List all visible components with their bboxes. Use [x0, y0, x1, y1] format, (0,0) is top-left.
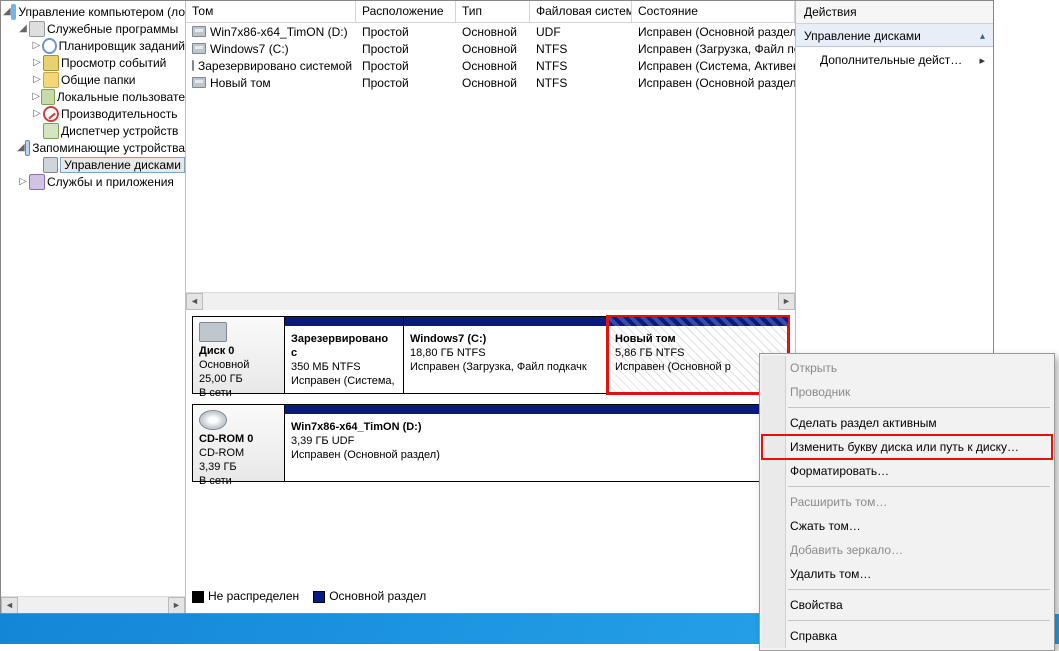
- menu-open[interactable]: Открыть: [762, 356, 1052, 380]
- navigation-tree[interactable]: ◢ Управление компьютером (ло ◢ Служебные…: [1, 1, 186, 613]
- tree-horizontal-scrollbar[interactable]: ◄ ►: [1, 596, 185, 613]
- column-status[interactable]: Состояние: [632, 1, 795, 22]
- menu-delete[interactable]: Удалить том…: [762, 562, 1052, 586]
- menu-extend[interactable]: Расширить том…: [762, 490, 1052, 514]
- scroll-right-button[interactable]: ►: [168, 597, 185, 614]
- tree-task-scheduler[interactable]: ▷ Планировщик заданий: [3, 37, 185, 54]
- volume-row[interactable]: Win7x86-x64_TimON (D:) Простой Основной …: [186, 23, 795, 40]
- event-icon: [43, 55, 59, 71]
- clock-icon: [42, 38, 57, 54]
- volume-header: Том Расположение Тип Файловая система Со…: [186, 1, 795, 23]
- partition-context-menu: Открыть Проводник Сделать раздел активны…: [759, 353, 1055, 651]
- column-volume[interactable]: Том: [186, 1, 356, 22]
- volume-row[interactable]: Новый том Простой Основной NTFS Исправен…: [186, 74, 795, 91]
- volume-icon: [192, 26, 206, 37]
- volume-row[interactable]: Зарезервировано системой Простой Основно…: [186, 57, 795, 74]
- tree-event-viewer[interactable]: ▷ Просмотр событий: [3, 54, 185, 71]
- tree-system-tools[interactable]: ◢ Служебные программы: [3, 20, 185, 37]
- disk-0-row: Диск 0 Основной 25,00 ГБ В сети Зарезерв…: [192, 316, 789, 394]
- actions-section-disk-mgmt[interactable]: Управление дисками ▴: [796, 24, 993, 47]
- menu-change-drive-letter[interactable]: Изменить букву диска или путь к диску…: [762, 435, 1052, 459]
- tree-services-apps[interactable]: ▷ Службы и приложения: [3, 173, 185, 190]
- volume-row[interactable]: Windows7 (C:) Простой Основной NTFS Испр…: [186, 40, 795, 57]
- menu-help[interactable]: Справка: [762, 624, 1052, 648]
- volume-icon: [192, 43, 206, 54]
- center-pane: Том Расположение Тип Файловая система Со…: [186, 1, 795, 613]
- menu-format[interactable]: Форматировать…: [762, 459, 1052, 483]
- tree-performance[interactable]: ▷ Производительность: [3, 105, 185, 122]
- volume-horizontal-scrollbar[interactable]: ◄ ►: [186, 292, 795, 309]
- column-layout[interactable]: Расположение: [356, 1, 456, 22]
- partition-system-reserved[interactable]: Зарезервировано с 350 МБ NTFS Исправен (…: [285, 317, 403, 393]
- tree-storage[interactable]: ◢ Запоминающие устройства: [3, 139, 185, 156]
- tree-device-manager[interactable]: Диспетчер устройств: [3, 122, 185, 139]
- users-icon: [41, 89, 55, 105]
- disk-graphical-view: Диск 0 Основной 25,00 ГБ В сети Зарезерв…: [186, 310, 795, 613]
- legend-primary-swatch: [313, 591, 325, 603]
- partition-cdrom-d[interactable]: Win7x86-x64_TimON (D:) 3,39 ГБ UDF Испра…: [285, 405, 788, 481]
- menu-add-mirror[interactable]: Добавить зеркало…: [762, 538, 1052, 562]
- computer-icon: [11, 4, 17, 20]
- tree-root[interactable]: ◢ Управление компьютером (ло: [3, 3, 185, 20]
- actions-more[interactable]: Дополнительные дейст… ▸: [796, 47, 993, 73]
- scroll-left-button[interactable]: ◄: [186, 293, 203, 310]
- column-filesystem[interactable]: Файловая система: [530, 1, 632, 22]
- device-icon: [43, 123, 59, 139]
- chevron-right-icon: ▸: [979, 54, 985, 67]
- actions-title: Действия: [796, 1, 993, 24]
- menu-properties[interactable]: Свойства: [762, 593, 1052, 617]
- menu-make-active[interactable]: Сделать раздел активным: [762, 411, 1052, 435]
- cdrom-0-row: CD-ROM 0 CD-ROM 3,39 ГБ В сети Win7x86-x…: [192, 404, 789, 482]
- folder-icon: [43, 72, 59, 88]
- disk-0-label[interactable]: Диск 0 Основной 25,00 ГБ В сети: [193, 317, 285, 393]
- hard-disk-icon: [199, 322, 227, 342]
- performance-icon: [43, 106, 59, 122]
- tree-disk-management[interactable]: Управление дисками: [3, 156, 185, 173]
- column-type[interactable]: Тип: [456, 1, 530, 22]
- storage-icon: [25, 140, 31, 156]
- cdrom-icon: [199, 410, 227, 430]
- legend: Не распределен Основной раздел: [192, 589, 426, 603]
- menu-shrink[interactable]: Сжать том…: [762, 514, 1052, 538]
- tree-shared-folders[interactable]: ▷ Общие папки: [3, 71, 185, 88]
- volume-icon: [192, 60, 194, 71]
- tools-icon: [29, 21, 45, 37]
- volume-icon: [192, 77, 206, 88]
- legend-unallocated-swatch: [192, 591, 204, 603]
- disk-icon: [43, 157, 59, 173]
- tree-local-users[interactable]: ▷ Локальные пользовате: [3, 88, 185, 105]
- volume-list: Том Расположение Тип Файловая система Со…: [186, 1, 795, 310]
- menu-explorer[interactable]: Проводник: [762, 380, 1052, 404]
- scroll-right-button[interactable]: ►: [778, 293, 795, 310]
- services-icon: [29, 174, 45, 190]
- partition-windows7-c[interactable]: Windows7 (C:) 18,80 ГБ NTFS Исправен (За…: [403, 317, 608, 393]
- collapse-arrow-icon: ▴: [980, 31, 985, 42]
- cdrom-0-label[interactable]: CD-ROM 0 CD-ROM 3,39 ГБ В сети: [193, 405, 285, 481]
- scroll-left-button[interactable]: ◄: [1, 597, 18, 614]
